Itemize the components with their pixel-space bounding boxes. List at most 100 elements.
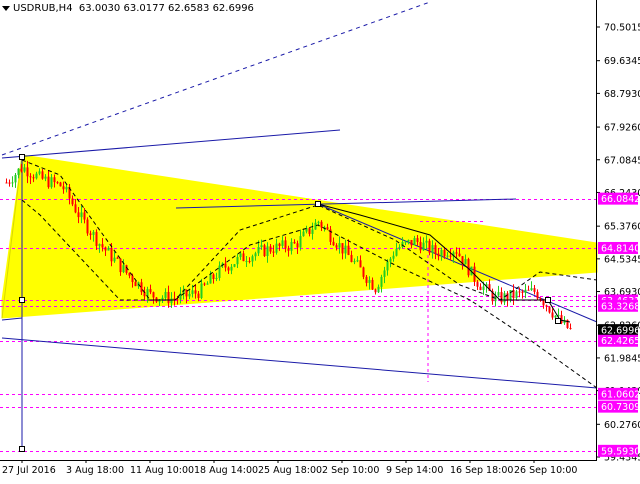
candle-body xyxy=(119,258,122,273)
candle-body xyxy=(188,293,191,297)
price-label: 61.0602 xyxy=(601,389,640,400)
candle-body xyxy=(551,312,554,318)
candle-body xyxy=(35,173,38,179)
candle-body xyxy=(281,240,284,246)
candle-body xyxy=(164,291,167,298)
candle-body xyxy=(161,297,164,300)
candle-body xyxy=(416,238,419,242)
chart-canvas[interactable]: 70.501569.634568.793067.926067.084566.24… xyxy=(0,0,640,480)
candle-body xyxy=(104,247,107,251)
candle-body xyxy=(32,177,35,179)
price-label: 63.3268 xyxy=(601,301,640,312)
anchor-point xyxy=(555,318,561,324)
price-label: 62.4265 xyxy=(601,336,640,347)
candle-body xyxy=(380,276,383,287)
candle-body xyxy=(569,328,572,330)
candle-body xyxy=(50,177,53,188)
candle-body xyxy=(536,291,539,299)
candle-body xyxy=(74,204,77,213)
candle-body xyxy=(332,241,335,246)
candle-body xyxy=(497,292,500,296)
candle-body xyxy=(11,182,14,184)
candle-body xyxy=(62,186,65,190)
candle-body xyxy=(230,266,233,271)
candle-body xyxy=(275,243,278,253)
candle-body xyxy=(407,239,410,242)
candle-body xyxy=(458,253,461,257)
candle-body xyxy=(194,290,197,294)
candle-body xyxy=(65,187,68,190)
candle-body xyxy=(341,243,344,254)
candle-body xyxy=(377,286,380,293)
x-tick-label: 2 Sep 10:00 xyxy=(322,465,379,476)
candle-body xyxy=(422,242,425,251)
anchor-point xyxy=(315,201,321,207)
candle-body xyxy=(509,290,512,301)
candle-body xyxy=(224,263,227,268)
y-tick-label: 70.5015 xyxy=(604,23,640,34)
y-tick-label: 67.0845 xyxy=(604,155,640,166)
candle-body xyxy=(398,247,401,249)
y-tick-label: 67.9260 xyxy=(604,123,640,134)
candle-body xyxy=(521,291,524,293)
candle-body xyxy=(293,241,296,244)
candle-body xyxy=(197,293,200,298)
candle-body xyxy=(269,246,272,252)
candle-body xyxy=(122,265,125,273)
candle-body xyxy=(107,247,110,251)
candle-body xyxy=(26,167,29,177)
candle-body xyxy=(278,243,281,246)
candle-body xyxy=(41,171,44,179)
candle-body xyxy=(386,261,389,271)
anchor-point xyxy=(19,297,25,303)
candle-body xyxy=(176,299,179,301)
candle-body xyxy=(530,288,533,291)
chart-area[interactable]: 70.501569.634568.793067.926067.084566.24… xyxy=(0,0,640,480)
candle-body xyxy=(236,257,239,265)
candle-body xyxy=(338,243,341,248)
x-tick-label: 27 Jul 2016 xyxy=(2,465,56,476)
candle-body xyxy=(239,253,242,258)
upper-trend-line xyxy=(1,129,341,159)
dropdown-arrow-icon[interactable] xyxy=(2,5,10,11)
candle-body xyxy=(272,251,275,253)
candle-body xyxy=(200,283,203,298)
candle-body xyxy=(299,236,302,248)
candle-body xyxy=(395,248,398,256)
x-tick-label: 16 Sep 18:00 xyxy=(450,465,513,476)
candle-body xyxy=(83,212,86,220)
candle-body xyxy=(350,254,353,262)
candle-body xyxy=(212,274,215,280)
close-value: 62.6996 xyxy=(212,3,254,14)
price-label: 59.5930 xyxy=(601,446,640,457)
candle-body xyxy=(371,279,374,290)
candle-body xyxy=(479,286,482,291)
candle-body xyxy=(53,177,56,183)
candle-body xyxy=(410,239,413,246)
candle-body xyxy=(152,292,155,298)
outer-trend-line xyxy=(1,1,431,156)
candle-body xyxy=(434,245,437,254)
candle-body xyxy=(242,253,245,262)
anchor-point xyxy=(545,297,551,303)
anchor-point xyxy=(19,154,25,160)
candle-body xyxy=(89,233,92,235)
candle-body xyxy=(326,227,329,230)
candle-body xyxy=(311,229,314,234)
candle-body xyxy=(467,259,470,276)
candle-body xyxy=(167,291,170,304)
candle-body xyxy=(428,240,431,253)
candle-body xyxy=(14,174,17,183)
low-value: 62.6583 xyxy=(168,3,210,14)
candle-body xyxy=(86,219,89,234)
y-tick-label: 65.3760 xyxy=(604,222,640,233)
candle-body xyxy=(374,289,377,293)
candle-body xyxy=(431,245,434,253)
candle-body xyxy=(266,246,269,257)
base-line xyxy=(1,317,23,321)
candle-body xyxy=(56,182,59,184)
lower-trend-line xyxy=(1,337,598,389)
candle-body xyxy=(77,212,80,218)
candle-body xyxy=(383,270,386,277)
candle-body xyxy=(392,255,395,259)
